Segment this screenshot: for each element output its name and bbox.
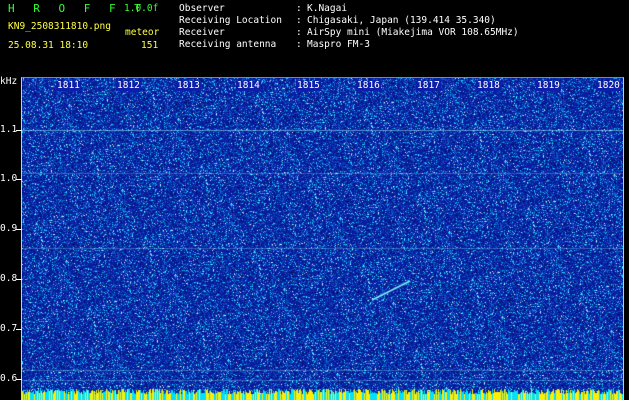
y-tick-mark [16, 179, 22, 180]
y-tick-mark [16, 130, 22, 131]
observer-label: Observer [179, 3, 225, 14]
antenna-label: Receiving antenna [179, 39, 277, 50]
receiver-label: Receiver [179, 27, 225, 38]
observer-colon: : [296, 3, 302, 14]
location-value: Chigasaki, Japan (139.414 35.340) [307, 15, 496, 26]
observer-value: K.Nagai [307, 3, 348, 14]
x-tick-label: 1815 [296, 80, 321, 91]
location-colon: : [296, 15, 302, 26]
mode-label: meteor [125, 27, 160, 38]
x-tick-label: 1816 [356, 80, 381, 91]
x-tick-label: 1811 [56, 80, 81, 91]
receiver-value: AirSpy mini (Miakejima VOR 108.65MHz) [307, 27, 519, 38]
x-tick-label: 1818 [476, 80, 501, 91]
antenna-value: Maspro FM-3 [307, 39, 370, 50]
file-name: KN9_2508311810.png [8, 21, 111, 32]
x-tick-label: 1813 [176, 80, 201, 91]
hrofft-window: H R O F F T 1.0.0f KN9_2508311810.png me… [0, 0, 629, 400]
antenna-colon: : [296, 39, 302, 50]
x-tick-label: 1820 [596, 80, 621, 91]
y-tick-mark [16, 329, 22, 330]
app-version: 1.0.0f [124, 3, 159, 14]
spectrogram-canvas [22, 78, 623, 400]
x-tick-label: 1814 [236, 80, 261, 91]
datetime-label: 25.08.31 18:10 [8, 40, 89, 51]
receiver-colon: : [296, 27, 302, 38]
y-axis-unit: kHz [0, 76, 18, 87]
y-tick-mark [16, 229, 22, 230]
count-label: 151 [141, 40, 159, 51]
x-tick-label: 1812 [116, 80, 141, 91]
location-label: Receiving Location [179, 15, 282, 26]
x-tick-label: 1819 [536, 80, 561, 91]
y-tick-mark [16, 379, 22, 380]
y-tick-mark [16, 279, 22, 280]
x-tick-label: 1817 [416, 80, 441, 91]
